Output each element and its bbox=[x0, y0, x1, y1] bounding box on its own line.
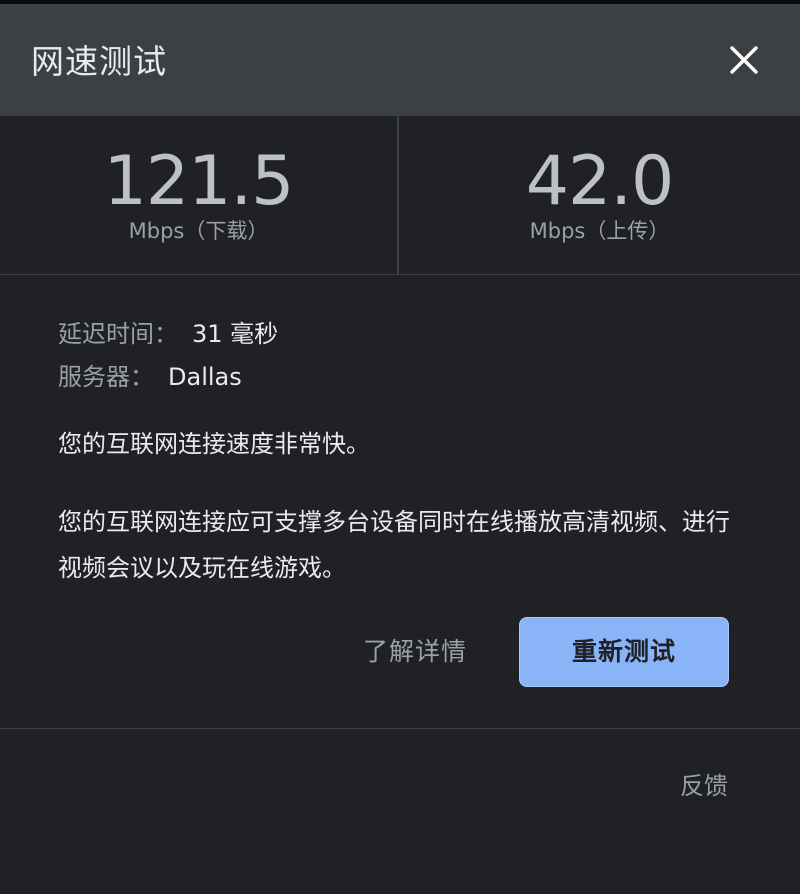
feedback-button[interactable]: 反馈 bbox=[672, 766, 736, 806]
speed-summary: 您的互联网连接速度非常快。 bbox=[58, 430, 370, 458]
speed-detail: 您的互联网连接应可支撑多台设备同时在线播放高清视频、进行视频会议以及玩在线游戏。 bbox=[58, 508, 730, 582]
download-speed-value: 121.5 bbox=[103, 142, 295, 221]
speed-metrics: 121.5 Mbps（下载） 42.0 Mbps（上传） bbox=[0, 116, 800, 275]
upload-speed-value: 42.0 bbox=[525, 142, 674, 221]
server-value: Dallas bbox=[168, 363, 242, 391]
download-metric: 121.5 Mbps（下载） bbox=[0, 116, 397, 274]
upload-metric: 42.0 Mbps（上传） bbox=[399, 116, 800, 274]
dialog-header: 网速测试 bbox=[0, 4, 800, 116]
connection-info: 延迟时间： 31 毫秒 服务器： Dallas bbox=[58, 316, 748, 402]
server-row: 服务器： Dallas bbox=[58, 359, 748, 402]
upload-speed-unit: Mbps（上传） bbox=[529, 219, 670, 243]
download-speed-unit: Mbps（下载） bbox=[128, 219, 269, 243]
learn-more-button[interactable]: 了解详情 bbox=[350, 629, 480, 675]
close-icon bbox=[730, 46, 758, 74]
footer-divider bbox=[0, 728, 800, 729]
retest-button[interactable]: 重新测试 bbox=[519, 617, 729, 687]
latency-row: 延迟时间： 31 毫秒 bbox=[58, 316, 748, 359]
latency-label: 延迟时间： bbox=[58, 320, 178, 348]
latency-value: 31 毫秒 bbox=[192, 320, 279, 348]
close-button[interactable] bbox=[722, 38, 766, 82]
server-label: 服务器： bbox=[58, 363, 154, 391]
dialog-title: 网速测试 bbox=[31, 42, 167, 81]
